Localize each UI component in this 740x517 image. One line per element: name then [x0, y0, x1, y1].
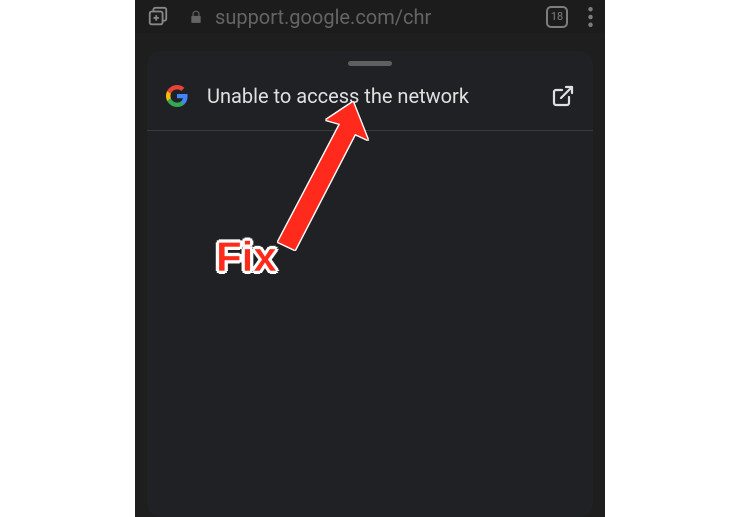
new-tab-icon[interactable]: [147, 6, 169, 28]
error-message-text: Unable to access the network: [207, 84, 533, 108]
open-external-icon[interactable]: [551, 84, 575, 108]
menu-icon[interactable]: [588, 7, 593, 27]
lock-icon: [189, 10, 203, 24]
google-logo-icon: [165, 84, 189, 108]
error-panel: Unable to access the network: [147, 51, 593, 517]
content-area: Unable to access the network: [135, 33, 605, 517]
panel-header: Unable to access the network: [147, 66, 593, 131]
address-bar-url[interactable]: support.google.com/chr: [215, 5, 534, 29]
browser-window: support.google.com/chr 18: [135, 0, 605, 517]
browser-toolbar: support.google.com/chr 18: [135, 0, 605, 33]
tabs-count-button[interactable]: 18: [546, 6, 568, 28]
